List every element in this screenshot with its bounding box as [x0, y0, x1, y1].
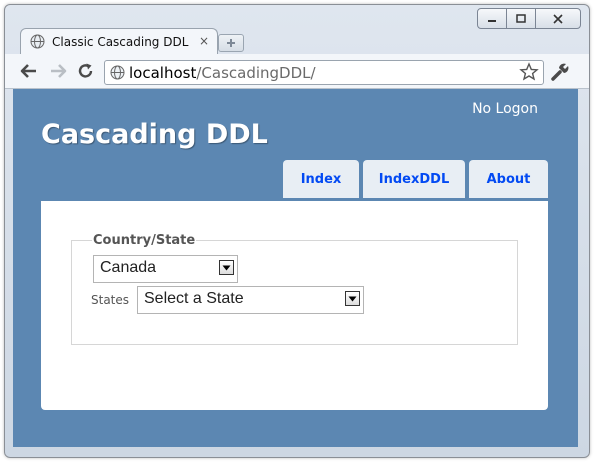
reload-icon[interactable]: [77, 62, 95, 80]
url-host: localhost: [129, 64, 197, 82]
maximize-button[interactable]: [506, 8, 536, 29]
new-tab-button[interactable]: [218, 34, 244, 52]
back-icon[interactable]: [20, 63, 38, 79]
country-selected-value: Canada: [100, 259, 157, 276]
tab-title: Classic Cascading DDL: [52, 35, 189, 49]
wrench-icon[interactable]: [550, 62, 570, 82]
state-selected-value: Select a State: [144, 290, 244, 307]
site-title: Cascading DDL: [41, 119, 268, 150]
close-icon: [553, 13, 563, 24]
url-path: /CascadingDDL/: [196, 64, 316, 82]
country-dropdown[interactable]: Canada: [93, 255, 238, 283]
states-label: States: [91, 293, 130, 307]
menu-tab-index[interactable]: Index: [283, 160, 359, 198]
forward-icon[interactable]: [49, 63, 67, 79]
url-text: localhost/CascadingDDL/: [129, 64, 316, 82]
fieldset-legend: Country/State: [93, 233, 196, 248]
minimize-button[interactable]: [477, 8, 507, 29]
address-bar[interactable]: localhost/CascadingDDL/: [104, 60, 544, 85]
maximize-icon: [516, 13, 526, 23]
window-controls: [477, 8, 581, 29]
menu-tab-indexddl[interactable]: IndexDDL: [363, 160, 465, 198]
states-dropdown[interactable]: Select a State: [137, 286, 364, 314]
globe-icon: [110, 65, 125, 80]
chevron-down-icon: [219, 260, 234, 275]
minimize-icon: [488, 19, 496, 22]
menu-tab-about[interactable]: About: [469, 160, 548, 198]
browser-tab[interactable]: Classic Cascading DDL ×: [20, 28, 218, 55]
logon-status[interactable]: No Logon: [472, 101, 538, 117]
chevron-down-icon: [345, 291, 360, 306]
plus-icon: [227, 39, 235, 47]
page-content: No Logon Cascading DDL Index IndexDDL Ab…: [13, 89, 578, 447]
close-window-button[interactable]: [535, 8, 581, 29]
globe-icon: [30, 34, 45, 49]
main-panel: Country/State Canada States Select a Sta…: [41, 201, 548, 410]
tab-close-icon[interactable]: ×: [199, 34, 209, 48]
star-icon[interactable]: [519, 62, 539, 82]
